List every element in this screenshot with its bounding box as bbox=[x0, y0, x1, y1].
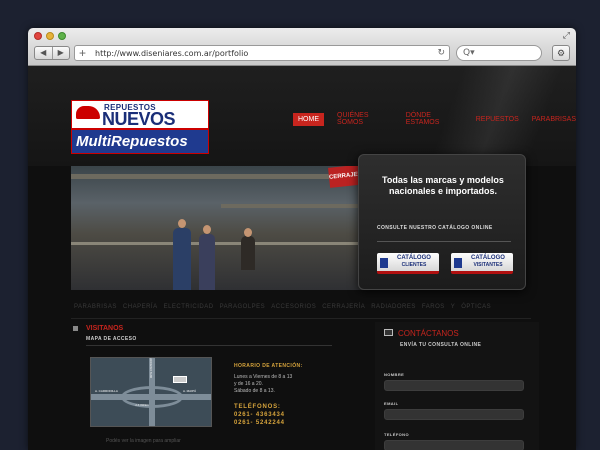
site-logo[interactable]: REPUESTOS NUEVOS MultiRepuestos bbox=[71, 100, 209, 154]
nav-parabrisas[interactable]: PARABRISAS bbox=[532, 116, 576, 123]
visitanos-title: VISITANOS bbox=[86, 325, 124, 332]
photo-counter bbox=[71, 242, 371, 245]
close-window-button[interactable] bbox=[34, 32, 42, 40]
web-page: REPUESTOS NUEVOS MultiRepuestos HOME QUI… bbox=[28, 66, 576, 450]
search-input[interactable]: Q▾ bbox=[456, 45, 542, 61]
hero-photo: CERRAJERÍA bbox=[71, 166, 371, 290]
category-nav: PARABRISAS CHAPERÍA ELECTRICIDAD PARAGOL… bbox=[74, 304, 491, 310]
nav-repuestos[interactable]: REPUESTOS bbox=[476, 116, 519, 123]
logo-brand-text: MultiRepuestos bbox=[76, 133, 188, 150]
store-marker bbox=[173, 376, 187, 383]
photo-person bbox=[241, 236, 255, 270]
email-field[interactable] bbox=[384, 409, 524, 420]
car-logo-icon bbox=[76, 106, 100, 119]
history-buttons: ◀ ▶ bbox=[34, 46, 70, 60]
fullscreen-icon[interactable]: ⤢ bbox=[563, 31, 570, 41]
telefono-field[interactable] bbox=[384, 440, 524, 450]
button-label: CATÁLOGO bbox=[397, 255, 431, 261]
nav-donde-estamos[interactable]: DÓNDE ESTAMOS bbox=[406, 112, 463, 126]
category-cerrajeria[interactable]: CERRAJERÍA bbox=[322, 304, 365, 310]
divider bbox=[71, 318, 531, 319]
nav-quienes-somos[interactable]: QUIÉNES SOMOS bbox=[337, 112, 393, 126]
site-header: REPUESTOS NUEVOS MultiRepuestos HOME QUI… bbox=[28, 66, 576, 166]
back-icon[interactable]: ◀ bbox=[35, 47, 53, 59]
mapa-label: MAPA DE ACCESO bbox=[86, 336, 137, 342]
logo-big-text: NUEVOS bbox=[102, 109, 176, 129]
minimize-window-button[interactable] bbox=[46, 32, 54, 40]
photo-person bbox=[199, 234, 215, 290]
divider bbox=[377, 241, 511, 242]
contact-title: CONTÁCTANOS bbox=[398, 329, 459, 338]
category-electricidad[interactable]: ELECTRICIDAD bbox=[164, 304, 214, 310]
map-label: A. MAIPÚ bbox=[183, 389, 197, 393]
catalog-panel: Todas las marcas y modelos nacionales e … bbox=[358, 154, 526, 290]
divider bbox=[86, 345, 332, 346]
category-opticas[interactable]: ÓPTICAS bbox=[461, 304, 491, 310]
phone-number: 0261- 4363434 bbox=[234, 412, 285, 418]
photo-shelf bbox=[221, 204, 371, 208]
store-photo bbox=[71, 166, 371, 290]
reload-icon[interactable]: ↻ bbox=[437, 47, 445, 59]
horario-title: HORARIO DE ATENCIÓN: bbox=[234, 363, 303, 369]
category-accesorios[interactable]: ACCESORIOS bbox=[271, 304, 316, 310]
nav-home[interactable]: HOME bbox=[293, 112, 324, 126]
phone-number: 0261- 5242244 bbox=[234, 420, 285, 426]
photo-person-head bbox=[203, 225, 211, 234]
category-faros[interactable]: FAROS bbox=[422, 304, 445, 310]
map-roundabout bbox=[121, 386, 183, 408]
button-label: CATÁLOGO bbox=[471, 255, 505, 261]
map-label: J.J. PASO bbox=[135, 403, 149, 407]
section-bullet-icon bbox=[73, 326, 78, 331]
horario-line: Lunes a Viernes de 8 a 13 bbox=[234, 374, 293, 380]
button-sublabel: VISITANTES bbox=[473, 262, 503, 268]
browser-toolbar: ⤢ ◀ ▶ + http://www.diseniares.com.ar/por… bbox=[28, 28, 576, 66]
zoom-window-button[interactable] bbox=[58, 32, 66, 40]
catalog-icon bbox=[454, 258, 462, 268]
category-y: Y bbox=[450, 304, 456, 310]
nombre-label: NOMBRE bbox=[384, 372, 405, 377]
photo-person bbox=[173, 228, 191, 290]
map-caption: Podés ver la imagen para ampliar bbox=[106, 438, 181, 444]
category-parabrisas[interactable]: PARABRISAS bbox=[74, 304, 117, 310]
catalogo-visitantes-button[interactable]: CATÁLOGO VISITANTES bbox=[451, 253, 513, 274]
map-label: A. CARRODILLA bbox=[95, 389, 118, 393]
logo-bottom: MultiRepuestos bbox=[72, 128, 208, 153]
telefonos-title: TELÉFONOS: bbox=[234, 404, 281, 410]
contact-subtitle: ENVÍA TU CONSULTA ONLINE bbox=[400, 342, 482, 348]
logo-top: REPUESTOS NUEVOS bbox=[72, 101, 208, 128]
catalog-icon bbox=[380, 258, 388, 268]
browser-window: ⤢ ◀ ▶ + http://www.diseniares.com.ar/por… bbox=[28, 28, 576, 450]
contact-form: CONTÁCTANOS ENVÍA TU CONSULTA ONLINE NOM… bbox=[375, 322, 539, 450]
panel-subtitle: CONSULTE NUESTRO CATÁLOGO ONLINE bbox=[377, 225, 493, 231]
settings-button[interactable]: ⚙ bbox=[552, 45, 570, 61]
horario-line: Sábado de 8 a 13. bbox=[234, 388, 275, 394]
main-nav: HOME QUIÉNES SOMOS DÓNDE ESTAMOS REPUEST… bbox=[293, 112, 576, 126]
catalogo-clientes-button[interactable]: CATÁLOGO CLIENTES bbox=[377, 253, 439, 274]
panel-title: Todas las marcas y modelos nacionales e … bbox=[382, 175, 504, 196]
category-radiadores[interactable]: RADIADORES bbox=[371, 304, 416, 310]
photo-person-head bbox=[178, 219, 186, 228]
address-bar[interactable]: + http://www.diseniares.com.ar/portfolio… bbox=[74, 45, 450, 61]
url-text[interactable]: http://www.diseniares.com.ar/portfolio bbox=[95, 48, 248, 59]
horario-line: y de 16 a 20. bbox=[234, 381, 263, 387]
email-label: EMAIL bbox=[384, 401, 399, 406]
map-label: ACCESO SUR bbox=[148, 358, 153, 378]
nombre-field[interactable] bbox=[384, 380, 524, 391]
category-chaperia[interactable]: CHAPERÍA bbox=[123, 304, 158, 310]
add-bookmark-icon[interactable]: + bbox=[79, 46, 86, 60]
photo-person-head bbox=[244, 228, 252, 237]
telefono-label: TELÉFONO bbox=[384, 432, 409, 437]
access-map[interactable]: A. CARRODILLA J.J. PASO A. MAIPÚ ACCESO … bbox=[90, 357, 212, 427]
envelope-icon bbox=[384, 329, 393, 336]
button-sublabel: CLIENTES bbox=[401, 262, 427, 268]
category-paragolpes[interactable]: PARAGOLPES bbox=[220, 304, 266, 310]
forward-icon[interactable]: ▶ bbox=[53, 47, 70, 59]
search-icon: Q▾ bbox=[463, 48, 475, 58]
photo-shelf bbox=[71, 174, 371, 179]
